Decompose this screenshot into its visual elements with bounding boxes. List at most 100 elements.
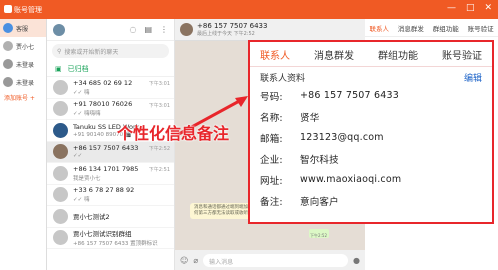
panel-tab-contacts[interactable]: 联系人 (260, 47, 290, 62)
chat-item[interactable]: +34 685 02 69 12 ✓✓ 嗨 下午3:01 (47, 77, 174, 99)
avatar (3, 59, 13, 69)
title-bar: 账号管理 — □ ✕ (0, 0, 498, 19)
chat-preview: ✓✓ 嗨 (73, 197, 90, 204)
edit-button[interactable]: 编辑 (464, 71, 482, 84)
chat-header: +86 157 7507 6433 最后上线于今天 下午2:52 (175, 19, 365, 41)
chat-item[interactable]: 贾小七测试识别群组 +86 157 7507 6433 置顶群标识 (47, 228, 174, 249)
avatar (53, 144, 68, 160)
chat-time: 下午3:01 (148, 81, 170, 87)
chat-name: +33 6 78 27 88 92 (73, 186, 135, 195)
chat-time: 下午2:51 (148, 167, 170, 173)
avatar (53, 208, 68, 224)
field-note: 备注: 意向客户 (250, 190, 492, 211)
field-label: 邮箱: (260, 133, 283, 145)
account-list: 客服 贾小七 未登录 未登录 添加账号 + (0, 19, 47, 270)
add-account-button[interactable]: 添加账号 + (0, 93, 46, 102)
account-name: 未登录 (16, 61, 35, 69)
chat-time: 下午3:01 (148, 102, 170, 109)
annotation-label: 个性化信息备注 (117, 124, 230, 143)
account-item[interactable]: 未登录 (0, 55, 46, 73)
field-value: 123123@qq.com (300, 132, 384, 143)
field-phone: 号码: +86 157 7507 6433 (250, 85, 492, 106)
field-label: 号码: (260, 91, 283, 103)
chat-list-header: ◌ ▤ ⋮ (47, 19, 174, 41)
field-value: 贤华 (300, 112, 320, 124)
field-label: 企业: (260, 154, 283, 166)
account-item[interactable]: 客服 (0, 19, 46, 37)
close-button[interactable]: ✕ (484, 3, 492, 13)
search-placeholder: 搜索或开始新的聊天 (64, 48, 119, 56)
search-icon: ⚲ (57, 47, 62, 55)
avatar (53, 101, 68, 117)
account-item[interactable]: 贾小七 (0, 37, 46, 55)
chat-item-selected[interactable]: +86 157 7507 6433 ✓✓ 下午2:52 (47, 141, 174, 163)
message-bubble: 下午2:52 (309, 229, 329, 238)
chat-contact-number: +86 157 7507 6433 (197, 22, 268, 30)
chat-item[interactable]: +91 78010 76026 ✓✓ 嗨嗨嗨 下午3:01 (47, 99, 174, 120)
account-name: 贾小七 (16, 43, 35, 51)
chat-item[interactable]: 贾小七测试2 (47, 206, 174, 228)
right-tab-bar: 联系人 消息群发 群组功能 账号验证 (365, 19, 498, 37)
panel-tab-groups[interactable]: 群组功能 (378, 47, 418, 62)
chat-preview: ✓✓ 嗨嗨嗨 (73, 111, 101, 118)
field-value: www.maoxiaoqi.com (300, 174, 402, 185)
avatar (53, 230, 68, 246)
chat-preview: ✓✓ 嗨 (73, 89, 90, 96)
chat-preview: 我是贾小七 (73, 175, 101, 182)
menu-icon[interactable]: ⋮ (160, 25, 168, 34)
mic-icon[interactable]: ● (353, 256, 360, 265)
emoji-icon[interactable]: ☺ (180, 256, 188, 265)
account-name: 客服 (16, 25, 29, 33)
avatar (53, 79, 68, 95)
chat-last-seen: 最后上线于今天 下午2:52 (197, 31, 255, 37)
field-label: 网址: (260, 175, 283, 187)
message-input[interactable]: 输入消息 (203, 253, 349, 267)
account-item[interactable]: 未登录 (0, 73, 46, 91)
field-value: 智尔科技 (300, 154, 339, 166)
panel-tabs: 联系人 消息群发 群组功能 账号验证 (250, 42, 492, 67)
archived-row[interactable]: ▣ 已归档 (47, 61, 174, 77)
archive-icon: ▣ (55, 64, 62, 73)
avatar (3, 23, 13, 33)
field-label: 名称: (260, 112, 283, 124)
contact-profile-heading: 联系人资料 (260, 73, 306, 84)
avatar (3, 77, 13, 87)
maximize-button[interactable]: □ (466, 3, 475, 13)
account-name: 未登录 (16, 79, 35, 87)
attach-icon[interactable]: ⌀ (193, 256, 198, 265)
field-website: 网址: www.maoxiaoqi.com (250, 169, 492, 190)
chat-item[interactable]: +86 134 1701 7985 我是贾小七 下午2:51 (47, 163, 174, 185)
status-icon[interactable]: ◌ (129, 25, 136, 34)
tab-verify[interactable]: 账号验证 (468, 23, 494, 33)
avatar[interactable] (53, 23, 65, 36)
avatar (53, 165, 68, 181)
field-value: 意向客户 (300, 196, 339, 208)
contact-profile-header: 联系人资料 编辑 (250, 69, 492, 85)
field-value: +86 157 7507 6433 (300, 90, 399, 101)
app-icon (4, 5, 12, 13)
tab-broadcast[interactable]: 消息群发 (398, 23, 424, 33)
tab-groups[interactable]: 群组功能 (433, 23, 459, 33)
window-controls: — □ ✕ (447, 3, 492, 13)
contact-info-panel: 联系人 消息群发 群组功能 账号验证 联系人资料 编辑 号码: +86 157 … (248, 40, 494, 224)
chat-list: ◌ ▤ ⋮ ⚲ 搜索或开始新的聊天 ▣ 已归档 +34 685 02 69 12… (47, 19, 175, 270)
panel-tab-verify[interactable]: 账号验证 (442, 47, 482, 62)
panel-tab-broadcast[interactable]: 消息群发 (314, 47, 354, 62)
field-company: 企业: 智尔科技 (250, 148, 492, 169)
avatar[interactable] (180, 23, 193, 36)
field-name: 名称: 贤华 (250, 106, 492, 127)
archived-label: 已归档 (67, 64, 89, 73)
chat-input-bar: ☺ ⌀ 输入消息 ● (175, 250, 365, 270)
chat-preview: +86 157 7507 6433 置顶群标识 (73, 241, 158, 248)
avatar (53, 187, 68, 203)
new-chat-icon[interactable]: ▤ (144, 25, 152, 34)
tab-contacts[interactable]: 联系人 (369, 23, 389, 33)
chat-preview: ✓✓ (73, 153, 83, 160)
search-input[interactable]: ⚲ 搜索或开始新的聊天 (52, 44, 169, 58)
minimize-button[interactable]: — (447, 3, 456, 13)
avatar (3, 41, 13, 51)
field-label: 备注: (260, 196, 283, 208)
chat-name: 贾小七测试2 (73, 212, 110, 221)
chat-time: 下午2:52 (148, 145, 170, 152)
chat-item[interactable]: +33 6 78 27 88 92 ✓✓ 嗨 (47, 185, 174, 206)
